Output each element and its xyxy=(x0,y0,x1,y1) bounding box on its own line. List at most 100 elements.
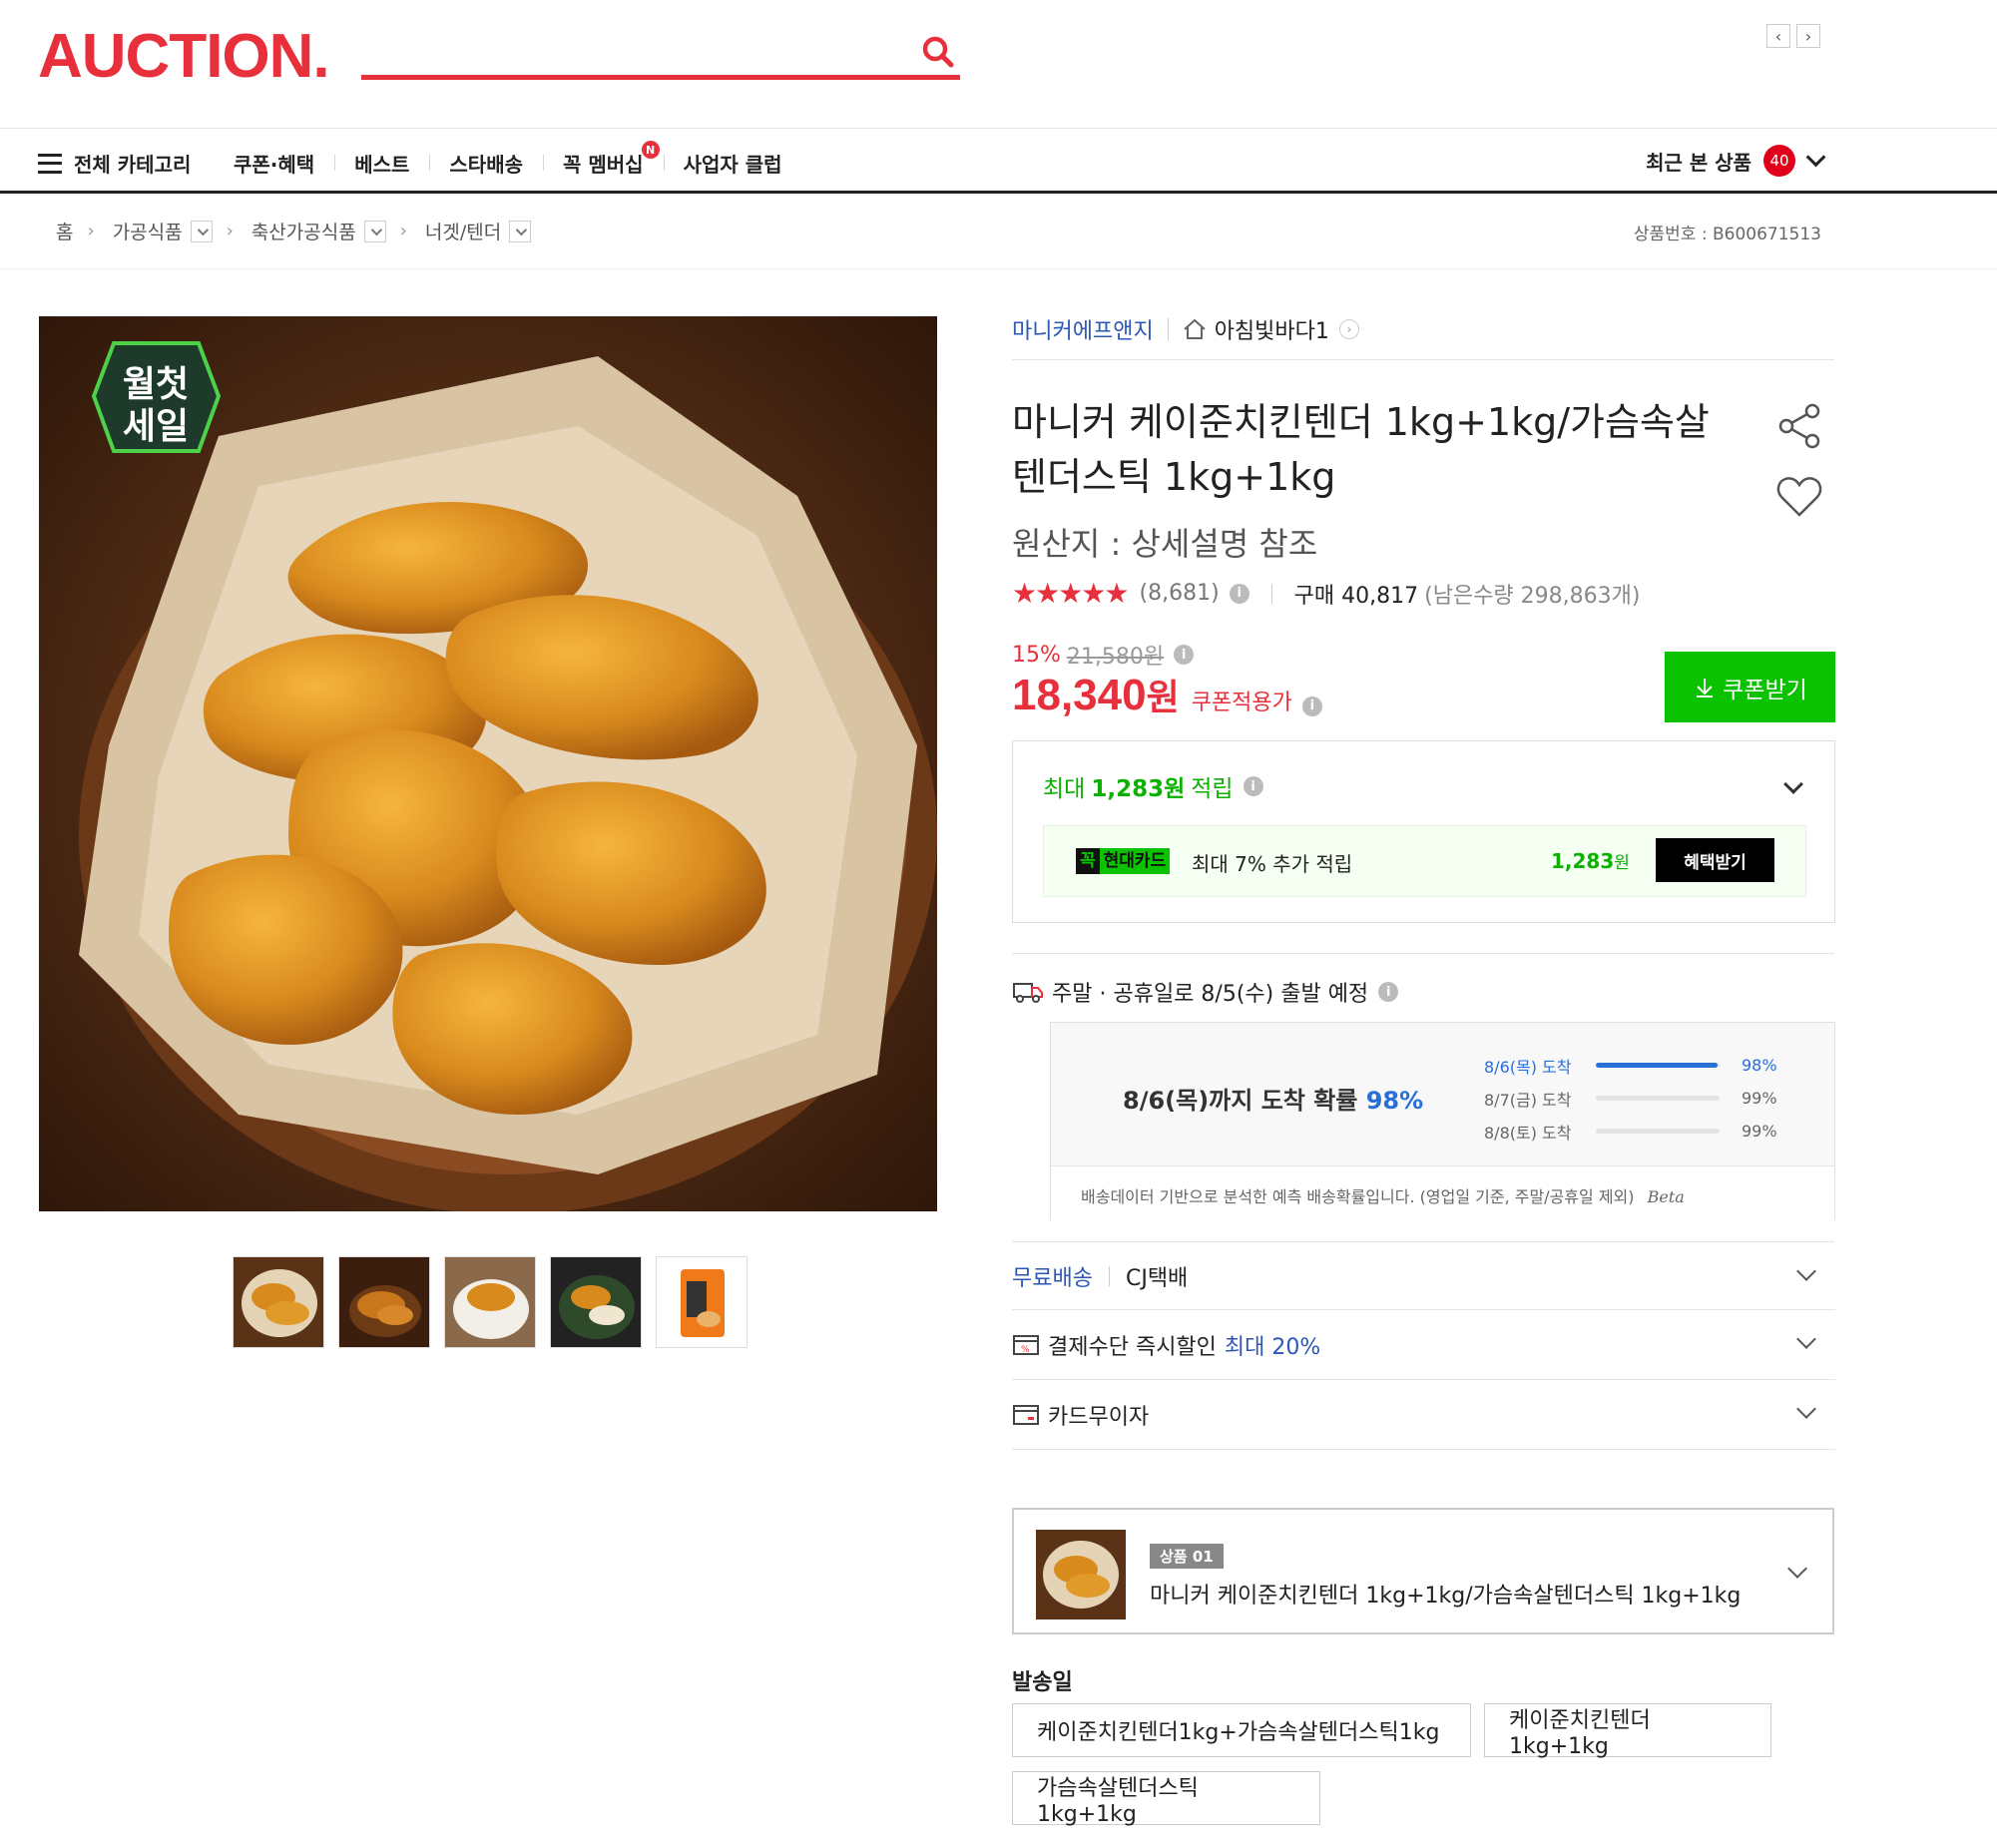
chevron-down-icon[interactable] xyxy=(1783,774,1803,794)
search-icon[interactable] xyxy=(918,32,958,72)
price-value: 18,340 xyxy=(1012,671,1147,719)
gnb-item-business-club[interactable]: 사업자 클럽 xyxy=(663,149,802,178)
thumbnail-1[interactable] xyxy=(233,1256,324,1348)
reward-amount: 1,283원 xyxy=(1091,776,1186,802)
chevron-down-icon xyxy=(1796,1399,1816,1419)
chevron-down-icon xyxy=(1796,1261,1816,1281)
gnb-item-best[interactable]: 베스트 xyxy=(334,149,429,178)
divider xyxy=(1270,583,1272,604)
original-price: 21,580원 xyxy=(1066,645,1165,670)
card-amount-unit: 원 xyxy=(1614,853,1630,873)
shop-link[interactable]: 아침빛바다1 xyxy=(1215,313,1329,345)
pager-next-button[interactable]: › xyxy=(1796,24,1820,48)
main-product-image[interactable]: 월첫 세일 xyxy=(39,316,937,1211)
installment-row[interactable]: 카드무이자 xyxy=(1012,1380,1835,1450)
breadcrumb-dropdown-2[interactable] xyxy=(363,220,386,242)
coupon-download-button[interactable]: 쿠폰받기 xyxy=(1665,652,1835,722)
breadcrumb-dropdown-1[interactable] xyxy=(190,220,213,242)
payment-discount-icon: % xyxy=(1013,1334,1039,1355)
gnb-menu: 쿠폰·혜택 베스트 스타배송 꼭 멤버십 N 사업자 클럽 xyxy=(232,141,802,178)
thumbnail-image xyxy=(445,1257,535,1347)
arrival-date: 8/8(토) 도착 xyxy=(1484,1123,1572,1143)
gnb-item-star-delivery[interactable]: 스타배송 xyxy=(429,149,543,178)
gnb-item-membership[interactable]: 꼭 멤버십 N xyxy=(543,141,664,178)
search-input[interactable] xyxy=(361,30,900,70)
arrival-headline-percent: 98% xyxy=(1365,1087,1424,1115)
ship-date-option-2[interactable]: 케이준치킨텐더1kg+1kg xyxy=(1484,1703,1771,1759)
chevron-right-icon[interactable]: › xyxy=(1338,319,1359,339)
info-icon[interactable]: i xyxy=(1243,776,1263,796)
product-number-value: B600671513 xyxy=(1712,225,1821,244)
arrival-headline-text: 8/6(목)까지 도착 확률 xyxy=(1123,1087,1358,1115)
pager-prev-button[interactable]: ‹ xyxy=(1766,24,1790,48)
brand-link[interactable]: 마니커에프앤지 xyxy=(1012,313,1154,345)
share-icon[interactable] xyxy=(1774,401,1824,451)
probability-bar xyxy=(1596,1129,1720,1134)
arrival-row: 8/7(금) 도착 99% xyxy=(1484,1082,1777,1115)
beta-label: Beta xyxy=(1647,1187,1685,1206)
thumbnail-image xyxy=(551,1257,641,1347)
breadcrumb-level-2[interactable]: 축산가공식품 xyxy=(251,218,356,244)
thumbnail-image xyxy=(339,1257,429,1347)
sale-badge-line-1: 월첫 xyxy=(123,364,189,405)
installment-label: 카드무이자 xyxy=(1048,1404,1150,1430)
top-header: AUCTION. ‹ › xyxy=(0,0,1997,128)
chevron-down-icon xyxy=(515,224,528,235)
heart-icon[interactable] xyxy=(1774,473,1824,521)
auction-logo[interactable]: AUCTION. xyxy=(38,26,330,88)
chevron-right-icon: › xyxy=(87,221,95,241)
divider xyxy=(1167,318,1169,340)
arrival-date: 8/7(금) 도착 xyxy=(1484,1090,1572,1110)
reward-header[interactable]: 최대 1,283원 적립 i xyxy=(1043,769,1263,803)
thumbnail-2[interactable] xyxy=(338,1256,430,1348)
breadcrumb-level-3[interactable]: 너겟/텐더 xyxy=(425,218,501,244)
info-icon[interactable]: i xyxy=(1229,583,1249,604)
product-number: 상품번호 : B600671513 xyxy=(1634,220,1821,244)
selected-product-dropdown[interactable]: 상품 01 마니커 케이준치킨텐더 1kg+1kg/가슴속살텐더스틱 1kg+1… xyxy=(1012,1508,1834,1634)
purchase-count: 구매 40,817 xyxy=(1293,583,1419,609)
chevron-down-icon xyxy=(1796,1329,1816,1349)
gnb-item-membership-label: 꼭 멤버십 xyxy=(563,153,644,177)
discount-row: 15% 21,580원 i xyxy=(1012,639,1195,671)
arrival-row: 8/8(토) 도착 99% xyxy=(1484,1115,1777,1148)
payment-discount-label: 결제수단 즉시할인 xyxy=(1048,1334,1217,1360)
remaining-stock: (남은수량 298,863개) xyxy=(1424,583,1641,609)
reward-prefix: 최대 xyxy=(1043,776,1086,802)
recent-viewed-button[interactable]: 최근 본 상품 40 xyxy=(1646,145,1826,177)
thumbnail-4[interactable] xyxy=(550,1256,642,1348)
arrival-percent: 98% xyxy=(1742,1056,1777,1075)
arrival-date: 8/6(목) 도착 xyxy=(1484,1057,1572,1077)
ship-date-heading: 발송일 xyxy=(1012,1670,1073,1695)
ship-date-option-3[interactable]: 가슴속살텐더스틱1kg+1kg xyxy=(1012,1771,1320,1827)
origin-info: 원산지 : 상세설명 참조 xyxy=(1012,525,1318,563)
probability-bar xyxy=(1596,1096,1720,1101)
info-icon[interactable]: i xyxy=(1174,645,1195,665)
thumbnail-image xyxy=(657,1257,747,1347)
breadcrumb-level-1[interactable]: 가공식품 xyxy=(113,218,183,244)
info-icon[interactable]: i xyxy=(1301,695,1322,716)
price-label: 쿠폰적용가 xyxy=(1191,691,1292,715)
card-icon xyxy=(1013,1404,1039,1425)
chevron-right-icon: › xyxy=(399,221,407,241)
thumbnail-5[interactable] xyxy=(656,1256,748,1348)
get-benefit-button[interactable]: 혜택받기 xyxy=(1656,838,1774,882)
breadcrumb-dropdown-3[interactable] xyxy=(509,220,532,242)
chevron-down-icon xyxy=(1805,147,1826,168)
all-category-button[interactable]: 전체 카테고리 xyxy=(38,149,191,178)
arrival-probability-headline: 8/6(목)까지 도착 확률 98% xyxy=(1123,1081,1423,1116)
ship-date-option-1[interactable]: 케이준치킨텐더1kg+가슴속살텐더스틱1kg xyxy=(1012,1703,1471,1757)
info-icon[interactable]: i xyxy=(1378,982,1399,1002)
courier-label: CJ택배 xyxy=(1125,1265,1189,1291)
product-title: 마니커 케이준치킨텐더 1kg+1kg/가슴속살텐더스틱 1kg+1kg xyxy=(1012,400,1710,499)
discount-percent: 15% xyxy=(1012,642,1061,668)
payment-discount-row[interactable]: % 결제수단 즉시할인 최대 20% xyxy=(1012,1310,1835,1380)
rating-stars: ★★★★★ xyxy=(1012,577,1130,610)
gnb-item-coupon[interactable]: 쿠폰·혜택 xyxy=(232,149,334,178)
shipping-option-row[interactable]: 무료배송 CJ택배 xyxy=(1012,1242,1835,1310)
review-count[interactable]: (8,681) xyxy=(1140,581,1220,606)
breadcrumb-path: 홈 › 가공식품 › 축산가공식품 › 너겟/텐더 xyxy=(56,218,532,244)
recent-viewed-label: 최근 본 상품 xyxy=(1646,150,1751,175)
sale-price: 18,340 원 쿠폰적용가 i xyxy=(1012,669,1322,720)
breadcrumb-home[interactable]: 홈 xyxy=(56,218,73,244)
thumbnail-3[interactable] xyxy=(444,1256,536,1348)
